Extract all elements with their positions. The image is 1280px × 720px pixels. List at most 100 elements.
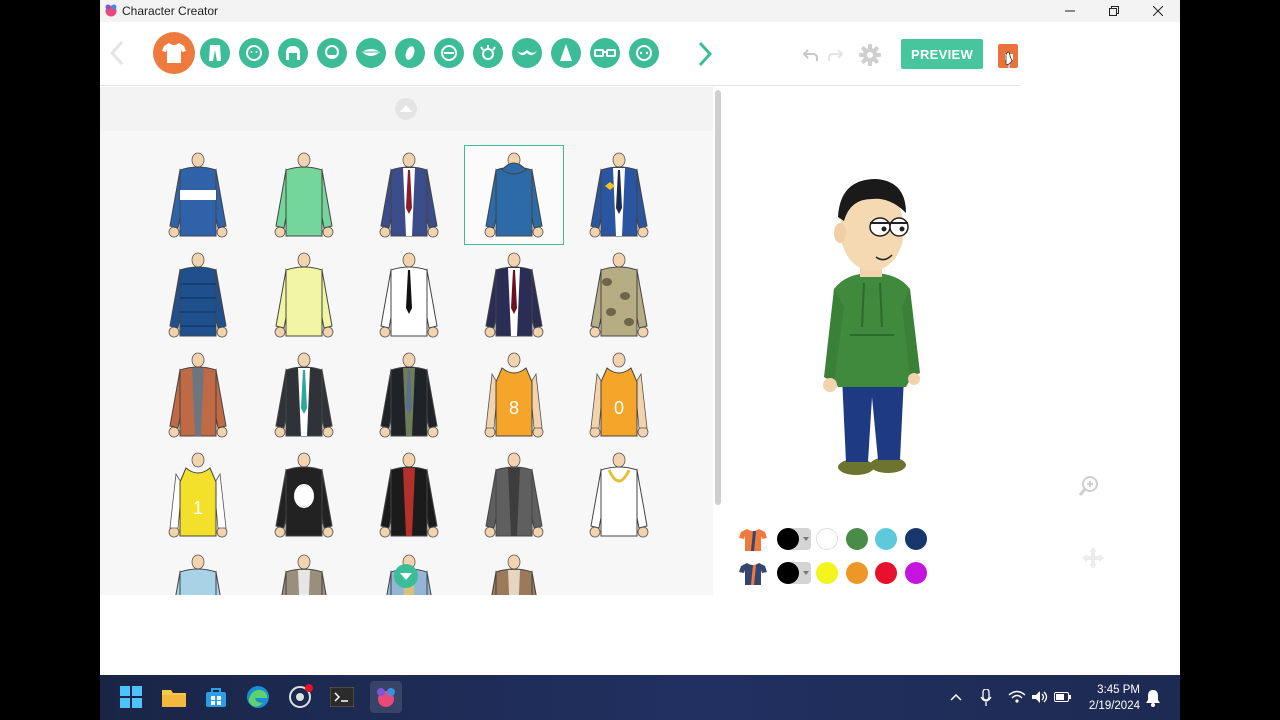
zombie-suit-icon <box>379 352 439 438</box>
edge-browser-button[interactable] <box>244 683 272 711</box>
clothing-item-skull-tshirt[interactable] <box>254 445 354 545</box>
windows-logo-icon <box>120 686 142 708</box>
clothing-item-zombie-suit[interactable] <box>359 345 459 445</box>
beard-icon <box>325 45 339 59</box>
clothing-item-green-tshirt[interactable] <box>254 145 354 245</box>
eyelashes-icon <box>517 50 537 56</box>
notification-bell-icon[interactable] <box>1145 689 1161 707</box>
category-eyes[interactable] <box>473 38 503 68</box>
volume-icon[interactable] <box>1031 690 1049 704</box>
clothing-item-suit-jacket-red-tie[interactable] <box>359 145 459 245</box>
category-eyebrows[interactable] <box>434 38 464 68</box>
save-icon[interactable] <box>998 44 1020 70</box>
clothing-item-puffer-jacket[interactable] <box>148 245 248 345</box>
terminal-button[interactable] <box>328 683 356 711</box>
vest-outfit-icon <box>281 554 327 595</box>
chrome-button[interactable] <box>287 683 315 711</box>
secondary-color-swatch[interactable] <box>905 562 927 584</box>
nose-icon <box>405 46 415 60</box>
clothing-item-camo-hunter-jacket[interactable] <box>569 245 669 345</box>
clothing-item-brown-overalls-shirt[interactable] <box>148 345 248 445</box>
secondary-color-shirt-icon <box>739 563 767 585</box>
close-icon <box>1153 6 1163 16</box>
primary-color-swatch[interactable] <box>875 528 897 550</box>
biker-leather-jacket-icon <box>379 452 439 538</box>
start-button[interactable] <box>117 683 145 711</box>
move-icon[interactable] <box>1082 547 1104 569</box>
hair-icon <box>286 46 300 60</box>
restore-icon <box>1109 6 1119 16</box>
clothing-item-dark-suit-teal-tie[interactable] <box>254 345 354 445</box>
chevron-left-icon[interactable] <box>110 40 124 66</box>
minimize-icon <box>1065 10 1075 12</box>
wardrobe-scrollbar[interactable] <box>715 90 721 505</box>
app-window: Character Creator PREVIEW 8 0 1 <box>100 0 1180 675</box>
redo-icon[interactable] <box>827 48 843 62</box>
clock-date: 2/19/2024 <box>1088 700 1140 712</box>
clothing-item-orange-jersey-0[interactable]: 0 <box>569 345 669 445</box>
system-clock[interactable]: 3:45 PM 2/19/2024 <box>1089 682 1140 714</box>
scroll-up-icon[interactable] <box>394 97 418 121</box>
clothing-item-tuxedo-white-shirt[interactable] <box>359 245 459 345</box>
clothing-item-yellow-jersey-1[interactable]: 1 <box>148 445 248 545</box>
chevron-up-icon[interactable] <box>950 692 962 702</box>
category-beard[interactable] <box>317 38 347 68</box>
store-button[interactable] <box>202 683 230 711</box>
category-face[interactable] <box>239 38 269 68</box>
mouth-icon <box>362 49 380 56</box>
clothing-item-grey-robe[interactable] <box>464 445 564 545</box>
secondary-color-swatch[interactable] <box>875 562 897 584</box>
chevron-right-icon[interactable] <box>698 41 712 67</box>
preview-button[interactable]: PREVIEW <box>901 39 983 69</box>
primary-color-swatch[interactable] <box>905 528 927 550</box>
category-hair[interactable] <box>278 38 308 68</box>
orange-jersey-8-icon: 8 <box>484 352 544 438</box>
wifi-icon[interactable] <box>1008 690 1026 704</box>
secondary-color-swatch[interactable] <box>777 562 799 584</box>
clothing-item-white-tshirt-gold-chain[interactable] <box>569 445 669 545</box>
scroll-down-icon[interactable] <box>393 563 419 589</box>
primary-color-swatch[interactable] <box>846 528 868 550</box>
minimize-button[interactable] <box>1048 0 1092 22</box>
battery-icon[interactable] <box>1054 691 1072 703</box>
gear-icon[interactable] <box>859 44 881 66</box>
clothing-item-vest-outfit[interactable] <box>254 547 354 595</box>
secondary-color-swatch[interactable] <box>846 562 868 584</box>
category-shirt[interactable] <box>153 32 195 74</box>
grey-robe-icon <box>484 452 544 538</box>
secondary-color-swatch[interactable] <box>816 562 838 584</box>
category-eyelashes[interactable] <box>512 38 542 68</box>
clothing-item-striped-polo-shirt[interactable] <box>148 145 248 245</box>
chevron-down-icon <box>803 537 809 541</box>
clothing-item-light-blue-shirt[interactable] <box>148 547 248 595</box>
toolbar: PREVIEW <box>100 22 1020 86</box>
category-pants[interactable] <box>200 38 230 68</box>
category-accessory[interactable] <box>629 38 659 68</box>
character-creator-taskbar-button[interactable] <box>370 681 402 713</box>
category-nose[interactable] <box>395 38 425 68</box>
file-explorer-button[interactable] <box>160 683 188 711</box>
category-glasses[interactable] <box>590 38 620 68</box>
title-bar: Character Creator <box>100 0 1180 22</box>
clothing-item-orange-jersey-8[interactable]: 8 <box>464 345 564 445</box>
light-blue-shirt-icon <box>175 554 221 595</box>
clothing-item-biker-leather-jacket[interactable] <box>359 445 459 545</box>
zoom-in-icon[interactable] <box>1078 475 1100 497</box>
microphone-icon[interactable] <box>980 689 992 707</box>
undo-icon[interactable] <box>803 48 819 62</box>
close-button[interactable] <box>1136 0 1180 22</box>
clothing-item-dark-tuxedo[interactable] <box>464 245 564 345</box>
category-mouth[interactable] <box>356 38 386 68</box>
primary-color-swatch[interactable] <box>816 528 838 550</box>
clothing-item-brown-coat[interactable] <box>464 547 564 595</box>
clothing-item-blue-hoodie[interactable] <box>464 145 564 245</box>
eyebrow-icon <box>441 45 457 61</box>
window-title: Character Creator <box>122 4 219 18</box>
primary-color-shirt-icon <box>739 529 767 551</box>
restore-button[interactable] <box>1092 0 1136 22</box>
category-hat[interactable] <box>551 38 581 68</box>
clothing-item-police-uniform[interactable] <box>569 145 669 245</box>
primary-color-swatch[interactable] <box>777 528 799 550</box>
skull-tshirt-icon <box>274 452 334 538</box>
clothing-item-yellow-button-shirt[interactable] <box>254 245 354 345</box>
